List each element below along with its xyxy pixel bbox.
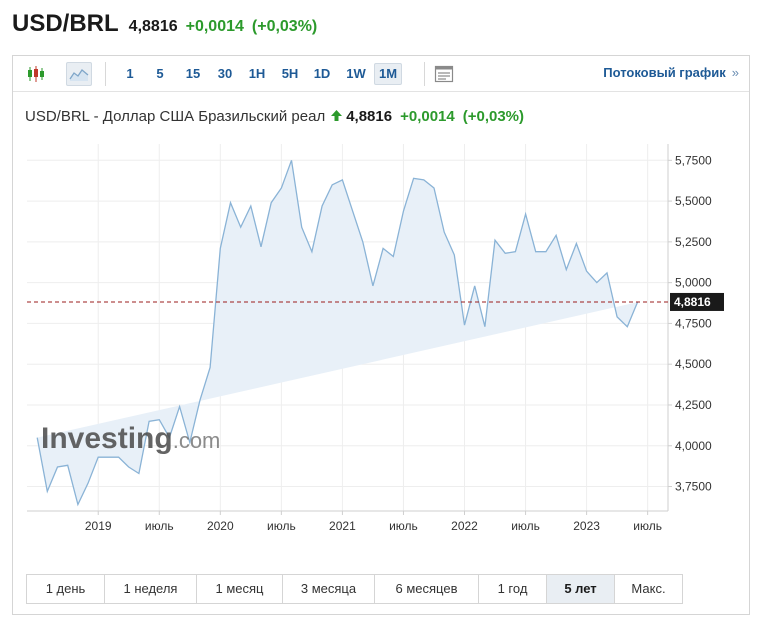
price-chart[interactable]: Investing.com 3,7500 4,0000 4,2500 4,5000 4,7… xyxy=(13,56,749,556)
range-button[interactable]: Макс. xyxy=(615,575,682,603)
x-tick-label: 2023 xyxy=(573,519,600,533)
y-tick-label: 4,2500 xyxy=(675,398,712,412)
range-button[interactable]: 1 год xyxy=(479,575,547,603)
watermark-suffix: .com xyxy=(173,428,221,453)
y-tick-label: 5,7500 xyxy=(675,153,712,167)
range-button[interactable]: 1 день xyxy=(27,575,105,603)
range-button[interactable]: 5 лет xyxy=(547,575,615,603)
range-button[interactable]: 1 неделя xyxy=(105,575,197,603)
header-price: 4,8816 xyxy=(128,18,178,35)
y-tick-label: 5,0000 xyxy=(675,276,712,290)
x-tick-label: июль xyxy=(511,519,540,533)
x-tick-label: 2021 xyxy=(329,519,356,533)
range-button[interactable]: 1 месяц xyxy=(197,575,283,603)
y-tick-label: 5,2500 xyxy=(675,235,712,249)
last-price-label: 4,8816 xyxy=(674,295,711,309)
range-button[interactable]: 3 месяца xyxy=(283,575,375,603)
x-tick-label: 2019 xyxy=(85,519,112,533)
x-tick-label: 2020 xyxy=(207,519,234,533)
x-tick-label: 2022 xyxy=(451,519,478,533)
pair-title: USD/BRL xyxy=(12,10,119,37)
range-button[interactable]: 6 месяцев xyxy=(375,575,479,603)
y-tick-label: 3,7500 xyxy=(675,480,712,494)
y-tick-label: 4,7500 xyxy=(675,316,712,330)
y-tick-label: 4,0000 xyxy=(675,439,712,453)
header-change: +0,0014 xyxy=(185,18,244,35)
header-change-pct: (+0,03%) xyxy=(251,18,318,35)
x-tick-label: июль xyxy=(145,519,174,533)
x-tick-label: июль xyxy=(267,519,296,533)
chart-panel: 1 5 15 30 1H 5H 1D 1W 1M Потоковый график» USD/B… xyxy=(12,55,750,615)
x-tick-label: июль xyxy=(633,519,662,533)
watermark-brand: Investing xyxy=(41,422,173,455)
range-selector: 1 день 1 неделя 1 месяц 3 месяца 6 месяцев 1 … xyxy=(26,574,683,604)
y-tick-label: 5,5000 xyxy=(675,194,712,208)
quote-header: USD/BRL 4,8816 +0,0014 (+0,03%) xyxy=(12,10,325,42)
x-tick-label: июль xyxy=(389,519,418,533)
y-tick-label: 4,5000 xyxy=(675,357,712,371)
